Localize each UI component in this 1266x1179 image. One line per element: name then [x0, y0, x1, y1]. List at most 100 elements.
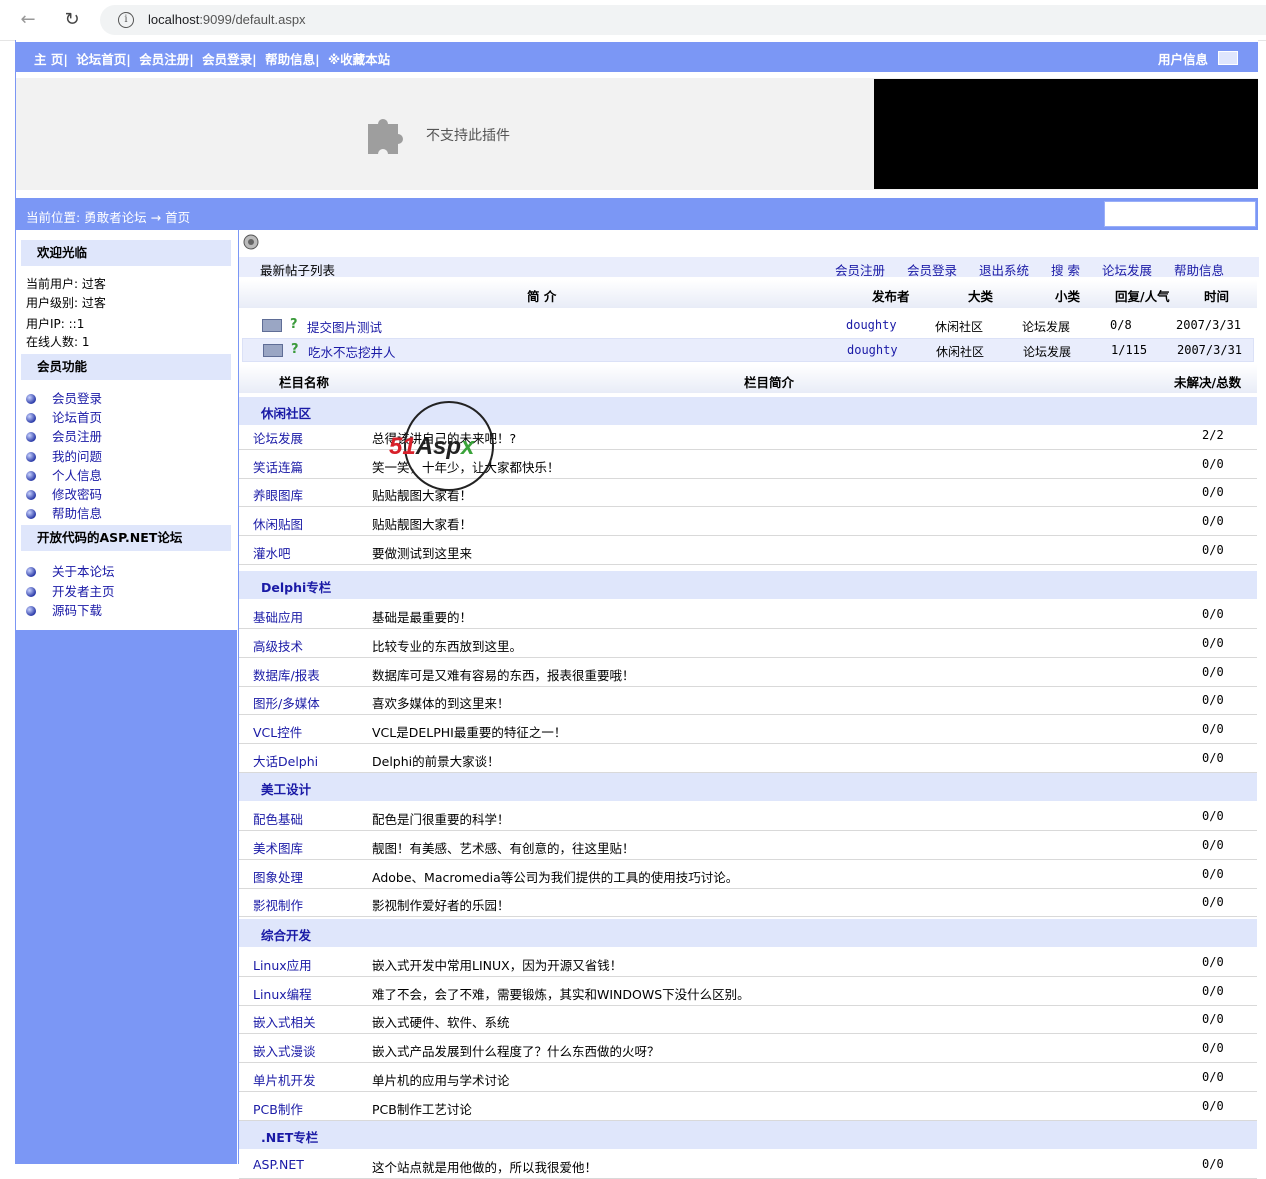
nav-bookmark-link[interactable]: ※收藏本站 — [328, 52, 390, 67]
forum-name[interactable]: 单片机开发 — [253, 1070, 316, 1089]
forum-name[interactable]: 休闲贴图 — [253, 514, 303, 533]
top-link-help[interactable]: 帮助信息 — [1174, 263, 1224, 278]
reload-icon[interactable]: ↻ — [62, 10, 82, 30]
mail-icon[interactable] — [1218, 51, 1238, 65]
nav-register-link[interactable]: 会员注册| — [139, 52, 194, 67]
url-text: localhost:9099/default.aspx — [148, 12, 306, 27]
post-major: 休闲社区 — [936, 345, 985, 359]
sidebar-link-my-questions[interactable]: 我的问题 — [26, 446, 102, 465]
forum-name[interactable]: 图形/多媒体 — [253, 693, 320, 712]
category-header[interactable]: 综合开发 — [239, 919, 1257, 947]
forum-count: 0/0 — [1202, 955, 1224, 969]
forum-name[interactable]: ASP.NET — [253, 1157, 304, 1172]
sidebar-link-profile[interactable]: 个人信息 — [26, 465, 102, 484]
header-forum-desc: 栏目简介 — [744, 375, 795, 390]
forum-name[interactable]: VCL控件 — [253, 722, 302, 741]
sidebar-link-change-password[interactable]: 修改密码 — [26, 484, 102, 503]
link-label: 源码下载 — [52, 603, 103, 618]
forum-name[interactable]: 配色基础 — [253, 809, 303, 828]
latest-posts-label: 最新帖子列表 — [260, 263, 336, 278]
top-navigation: 主 页| 论坛首页| 会员注册| 会员登录| 帮助信息| ※收藏本站 用户信息 — [16, 42, 1258, 72]
url-host: localhost — [148, 12, 200, 27]
sidebar-link-forum-home[interactable]: 论坛首页 — [26, 407, 102, 426]
forum-count: 0/0 — [1202, 1041, 1224, 1056]
category-title: 美工设计 — [261, 782, 312, 797]
forum-description: 这个站点就是用他做的，所以我很爱他！ — [372, 1160, 598, 1175]
nav-login-link[interactable]: 会员登录| — [202, 52, 257, 67]
forum-count: 0/0 — [1202, 1098, 1224, 1113]
nav-home-link[interactable]: 主 页| — [34, 52, 68, 67]
forum-name[interactable]: 笑话连篇 — [253, 457, 303, 476]
sidebar-link-register[interactable]: 会员注册 — [26, 426, 102, 445]
breadcrumb-search-box[interactable] — [1104, 201, 1256, 227]
forum-name[interactable]: 影视制作 — [253, 895, 303, 914]
category-header[interactable]: .NET专栏 — [239, 1121, 1257, 1149]
forum-name[interactable]: 养眼图库 — [253, 485, 303, 504]
sidebar-link-login[interactable]: 会员登录 — [26, 388, 102, 407]
bullet-icon — [26, 606, 36, 616]
latest-posts-links: 会员注册 会员登录 退出系统 搜 索 论坛发展 帮助信息 — [817, 260, 1224, 279]
user-info-link[interactable]: 用户信息 — [1158, 49, 1208, 68]
category-title: 休闲社区 — [261, 406, 312, 421]
category-header[interactable]: Delphi专栏 — [239, 571, 1257, 599]
forum-name[interactable]: Linux编程 — [253, 984, 312, 1003]
header-forum-count: 未解决/总数 — [1174, 375, 1242, 390]
post-title[interactable]: 吃水不忘挖井人 — [308, 342, 396, 361]
top-link-search[interactable]: 搜 索 — [1051, 263, 1080, 278]
back-arrow-icon[interactable]: ← — [18, 10, 38, 30]
link-label: 个人信息 — [52, 468, 103, 483]
forum-name[interactable]: Linux应用 — [253, 955, 312, 974]
forum-row: 图形/多媒体 喜欢多媒体的到这里来！ 0/0 — [239, 686, 1257, 716]
main-content: 最新帖子列表 会员注册 会员登录 退出系统 搜 索 论坛发展 帮助信息 简 介 … — [238, 230, 1259, 1179]
category-title: 综合开发 — [261, 928, 312, 943]
watermark-part: Asp — [415, 433, 462, 460]
post-minor: 论坛发展 — [1022, 320, 1071, 334]
sidebar-link-help[interactable]: 帮助信息 — [26, 503, 102, 522]
bullet-icon — [26, 452, 36, 462]
info-icon[interactable]: i — [118, 12, 134, 28]
forum-description: 难了不会，会了不难，需要锻炼，其实和WINDOWS下没什么区别。 — [372, 986, 750, 1002]
forum-name[interactable]: 大话Delphi — [253, 751, 318, 770]
forum-name[interactable]: 基础应用 — [253, 607, 303, 626]
forum-name[interactable]: 灌水吧 — [253, 543, 291, 562]
bullet-icon — [26, 394, 36, 404]
sidebar-link-download[interactable]: 源码下载 — [26, 600, 102, 619]
nav-forum-home-link[interactable]: 论坛首页| — [76, 52, 131, 67]
nav-help-link[interactable]: 帮助信息| — [265, 52, 320, 67]
top-link-forum-dev[interactable]: 论坛发展 — [1102, 263, 1152, 278]
forum-name[interactable]: 图象处理 — [253, 867, 303, 886]
forum-count: 0/0 — [1202, 866, 1224, 881]
top-link-login[interactable]: 会员登录 — [907, 263, 957, 278]
category-header[interactable]: 美工设计 — [239, 773, 1257, 801]
forum-row: 图象处理 Adobe、Macromedia等公司为我们提供的工具的使用技巧讨论。 0… — [239, 860, 1257, 889]
bullet-icon — [26, 490, 36, 500]
forum-name[interactable]: 论坛发展 — [253, 428, 303, 447]
forum-row: 数据库/报表 数据库可是又难有容易的东西，报表很重要哦！ 0/0 — [239, 658, 1257, 687]
top-link-register[interactable]: 会员注册 — [835, 263, 885, 278]
post-reply: 1/115 — [1111, 343, 1148, 357]
forums-header: 栏目名称 栏目简介 未解决/总数 — [239, 365, 1257, 393]
forum-name[interactable]: PCB制作 — [253, 1099, 303, 1118]
forum-name[interactable]: 嵌入式相关 — [253, 1012, 316, 1031]
forum-description: 要做测试到这里来 — [372, 545, 473, 561]
address-bar[interactable]: i localhost:9099/default.aspx — [100, 5, 1266, 35]
post-author[interactable]: doughty — [847, 343, 898, 357]
forum-row: 休闲贴图 贴贴靓图大家看！ 0/0 — [239, 507, 1257, 537]
top-link-logout[interactable]: 退出系统 — [979, 263, 1029, 278]
forum-name[interactable]: 美术图库 — [253, 838, 303, 857]
post-title[interactable]: 提交图片测试 — [307, 317, 382, 336]
forum-description: 数据库可是又难有容易的东西，报表很重要哦！ — [372, 667, 635, 683]
forum-name[interactable]: 嵌入式漫谈 — [253, 1041, 316, 1060]
post-author[interactable]: doughty — [846, 318, 897, 332]
forum-name[interactable]: 高级技术 — [253, 636, 303, 655]
sidebar-link-about[interactable]: 关于本论坛 — [26, 561, 115, 580]
sidebar-link-developer[interactable]: 开发者主页 — [26, 581, 115, 600]
plugin-unsupported-text: 不支持此插件 — [426, 128, 510, 144]
forum-description: 嵌入式硬件、软件、系统 — [372, 1015, 510, 1031]
forum-name[interactable]: 数据库/报表 — [253, 665, 320, 684]
forum-count: 0/0 — [1202, 837, 1224, 852]
plugin-puzzle-icon — [368, 119, 403, 154]
forum-row: 养眼图库 贴贴靓图大家看！ 0/0 — [239, 478, 1257, 508]
link-label: 关于本论坛 — [52, 564, 115, 579]
posts-header: 简 介 发布者 大类 小类 回复/人气 时间 — [239, 280, 1257, 308]
